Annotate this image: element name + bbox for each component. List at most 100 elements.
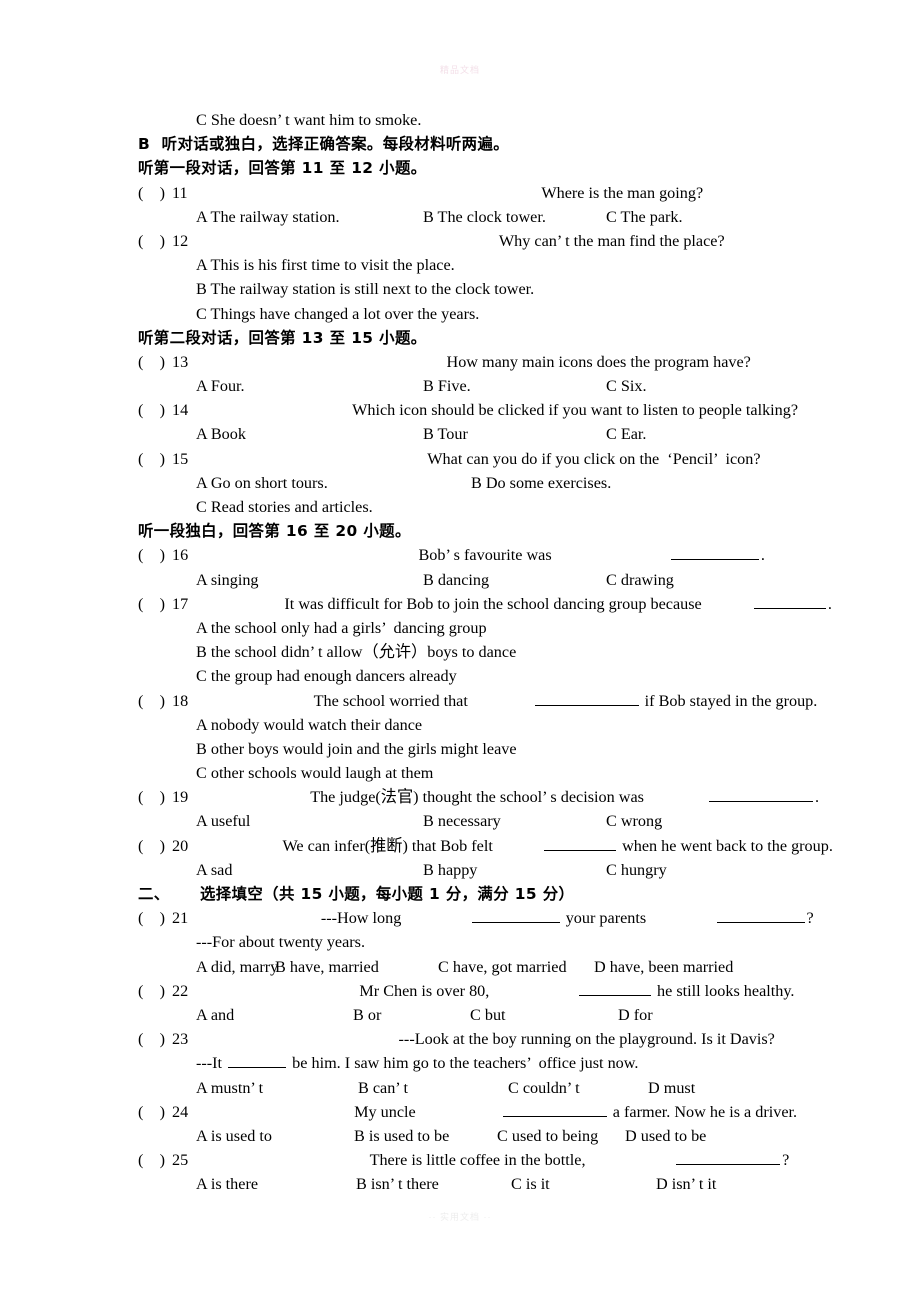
option-c[interactable]: C drawing xyxy=(606,568,674,592)
question-21-stem-mid: your parents xyxy=(561,909,651,928)
answer-bracket-16[interactable]: ( ) xyxy=(138,543,172,567)
fill-blank[interactable] xyxy=(502,1101,607,1117)
option-a[interactable]: A This is his first time to visit the pl… xyxy=(138,253,878,277)
option-b[interactable]: B or xyxy=(353,1003,470,1027)
question-15-number: 15 xyxy=(172,449,189,468)
option-a[interactable]: A useful xyxy=(196,809,423,833)
option-b[interactable]: B The railway station is still next to t… xyxy=(138,277,878,301)
question-19: ( ) 19 The judge(法官) thought the school’ … xyxy=(138,785,878,809)
option-c[interactable]: C but xyxy=(470,1003,618,1027)
question-14: ( ) 14 Which icon should be clicked if yo… xyxy=(138,398,878,422)
option-a[interactable]: A The railway station. xyxy=(196,205,423,229)
question-11-options: A The railway station. B The clock tower… xyxy=(138,205,878,229)
answer-bracket-22[interactable]: ( ) xyxy=(138,979,172,1003)
option-a[interactable]: A did, marry xyxy=(196,955,278,979)
option-c[interactable]: C Things have changed a lot over the yea… xyxy=(138,302,878,326)
fill-blank[interactable] xyxy=(708,786,813,803)
answer-bracket-15[interactable]: ( ) xyxy=(138,447,172,471)
answer-bracket-23[interactable]: ( ) xyxy=(138,1027,172,1051)
fill-blank[interactable] xyxy=(228,1052,287,1069)
fill-blank[interactable] xyxy=(753,593,826,609)
option-b[interactable]: B happy xyxy=(423,858,606,882)
answer-bracket-19[interactable]: ( ) xyxy=(138,785,172,809)
fill-blank[interactable] xyxy=(544,835,617,851)
question-24-stem-pre: My uncle xyxy=(354,1102,420,1121)
fill-blank[interactable] xyxy=(670,544,759,561)
option-b[interactable]: B isn’ t there xyxy=(356,1172,511,1196)
question-16-options: A singing B dancing C drawing xyxy=(138,568,878,592)
question-22: ( ) 22 Mr Chen is over 80, he still looks… xyxy=(138,979,878,1003)
option-a[interactable]: A nobody would watch their dance xyxy=(138,713,878,737)
question-18-stem-post: if Bob stayed in the group. xyxy=(640,691,818,710)
question-13-number: 13 xyxy=(172,352,189,371)
question-12-number: 12 xyxy=(172,231,189,250)
option-c[interactable]: C is it xyxy=(511,1172,656,1196)
option-a[interactable]: A and xyxy=(196,1003,353,1027)
option-c[interactable]: C the group had enough dancers already xyxy=(138,664,878,688)
option-c[interactable]: C wrong xyxy=(606,809,662,833)
option-d[interactable]: D isn’ t it xyxy=(656,1172,716,1196)
fill-blank[interactable] xyxy=(578,980,651,996)
option-c[interactable]: C The park. xyxy=(606,205,683,229)
question-16-stem-post: . xyxy=(760,546,765,565)
option-b[interactable]: B Tour xyxy=(423,422,606,446)
question-16: ( ) 16 Bob’ s favourite was . xyxy=(138,543,878,567)
option-d[interactable]: D used to be xyxy=(625,1124,706,1148)
answer-bracket-20[interactable]: ( ) xyxy=(138,834,172,858)
option-a[interactable]: A is used to xyxy=(196,1124,354,1148)
option-c[interactable]: C other schools would laugh at them xyxy=(138,761,878,785)
option-b[interactable]: B is used to be xyxy=(354,1124,497,1148)
option-b[interactable]: B can’ t xyxy=(358,1076,508,1100)
answer-bracket-13[interactable]: ( ) xyxy=(138,350,172,374)
fill-blank[interactable] xyxy=(534,690,639,706)
option-c[interactable]: C have, got married xyxy=(438,955,594,979)
answer-bracket-11[interactable]: ( ) xyxy=(138,181,172,205)
option-d[interactable]: D for xyxy=(618,1003,653,1027)
question-21: ( ) 21 ---How long your parents ? xyxy=(138,906,878,930)
answer-bracket-18[interactable]: ( ) xyxy=(138,689,172,713)
option-b[interactable]: B dancing xyxy=(423,568,606,592)
option-a[interactable]: A the school only had a girls’ dancing g… xyxy=(138,616,878,640)
fill-blank-1[interactable] xyxy=(471,907,560,924)
question-12-stem: Why can’ t the man find the place? xyxy=(498,231,725,250)
question-24-options: A is used to B is used to be C used to b… xyxy=(138,1124,878,1148)
answer-bracket-24[interactable]: ( ) xyxy=(138,1100,172,1124)
option-a[interactable]: A mustn’ t xyxy=(196,1076,358,1100)
option-c[interactable]: C hungry xyxy=(606,858,667,882)
option-b[interactable]: B Five. xyxy=(423,374,606,398)
option-a[interactable]: A sad xyxy=(196,858,423,882)
question-21-stem-pre: ---How long xyxy=(320,909,406,928)
answer-bracket-12[interactable]: ( ) xyxy=(138,229,172,253)
option-a[interactable]: A is there xyxy=(196,1172,356,1196)
answer-bracket-21[interactable]: ( ) xyxy=(138,906,172,930)
option-c[interactable]: C used to being xyxy=(497,1124,625,1148)
option-c[interactable]: C Read stories and articles. xyxy=(138,495,878,519)
option-a[interactable]: A Book xyxy=(196,422,423,446)
answer-bracket-14[interactable]: ( ) xyxy=(138,398,172,422)
question-25-stem-pre: There is little coffee in the bottle, xyxy=(369,1151,586,1170)
listening-group-1-heading: 听第一段对话，回答第 11 至 12 小题。 xyxy=(138,159,427,178)
option-b[interactable]: B necessary xyxy=(423,809,606,833)
answer-bracket-17[interactable]: ( ) xyxy=(138,592,172,616)
question-22-stem-pre: Mr Chen is over 80, xyxy=(359,981,494,1000)
option-b[interactable]: B Do some exercises. xyxy=(471,471,611,495)
option-b[interactable]: B The clock tower. xyxy=(423,205,606,229)
fill-blank[interactable] xyxy=(676,1149,781,1166)
question-23-number: 23 xyxy=(172,1030,189,1049)
option-a[interactable]: A Four. xyxy=(196,374,423,398)
answer-bracket-25[interactable]: ( ) xyxy=(138,1148,172,1172)
option-b[interactable]: B the school didn’ t allow（允许）boys to da… xyxy=(138,640,878,664)
option-a[interactable]: A singing xyxy=(196,568,423,592)
option-c[interactable]: C Ear. xyxy=(606,422,646,446)
option-a[interactable]: A Go on short tours. xyxy=(196,471,471,495)
question-23-stem: ---Look at the boy running on the playgr… xyxy=(398,1030,775,1049)
question-17-stem-post: . xyxy=(827,594,832,613)
fill-blank-2[interactable] xyxy=(716,907,805,924)
option-b[interactable]: B have, married xyxy=(275,955,438,979)
option-d[interactable]: D must xyxy=(648,1076,695,1100)
option-b[interactable]: B other boys would join and the girls mi… xyxy=(138,737,878,761)
option-c[interactable]: C couldn’ t xyxy=(508,1076,648,1100)
option-d[interactable]: D have, been married xyxy=(594,955,733,979)
question-20-number: 20 xyxy=(172,836,189,855)
option-c[interactable]: C Six. xyxy=(606,374,647,398)
